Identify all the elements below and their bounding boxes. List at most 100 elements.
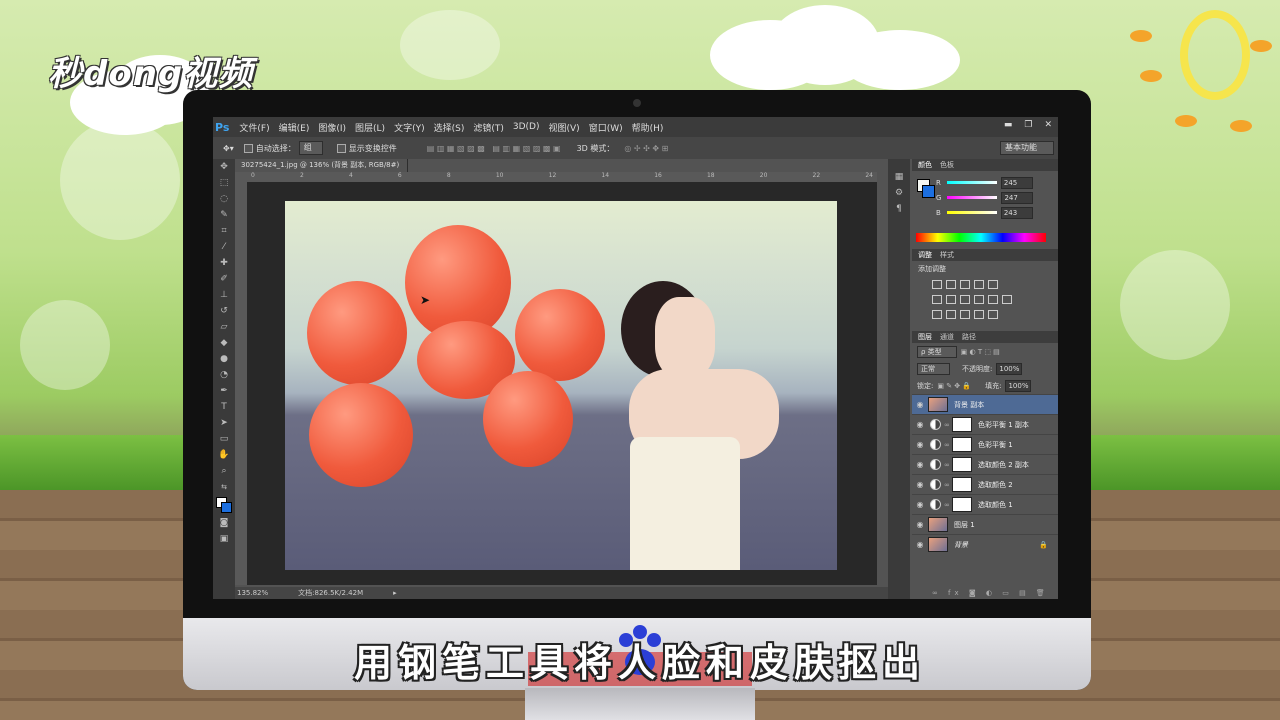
tab-paths[interactable]: 路径	[962, 332, 976, 342]
lock-icons[interactable]: ▣ ✎ ✥ 🔒	[937, 382, 971, 390]
layers-footer-icons[interactable]: ∞ fx ◙ ◐ ▭ ▤ 🗑	[932, 589, 1049, 597]
eye-icon[interactable]: ◉	[912, 500, 928, 509]
tab-layers[interactable]: 图层	[918, 332, 932, 342]
green-value[interactable]: 247	[1001, 191, 1034, 204]
history-brush-tool-icon[interactable]: ↺	[213, 303, 235, 319]
vibrance-icon[interactable]	[988, 280, 998, 289]
zoom-level[interactable]: 135.82%	[237, 589, 268, 597]
dodge-tool-icon[interactable]: ◔	[213, 367, 235, 383]
menu-view[interactable]: 视图(V)	[549, 121, 580, 134]
menu-file[interactable]: 文件(F)	[239, 121, 269, 134]
auto-select-checkbox[interactable]	[243, 143, 253, 153]
path-select-tool-icon[interactable]: ➤	[213, 415, 235, 431]
hand-tool-icon[interactable]: ✋	[213, 447, 235, 463]
selective-color-icon[interactable]	[988, 310, 998, 319]
fill-value[interactable]: 100%	[1005, 379, 1032, 392]
eye-icon[interactable]: ◉	[912, 400, 928, 409]
menu-layer[interactable]: 图层(L)	[355, 121, 385, 134]
blur-tool-icon[interactable]: ●	[213, 351, 235, 367]
align-icons[interactable]: ▤ ▥ ▦ ▧ ▨ ▩ ▤ ▥ ▦ ▧ ▨ ▩ ▣	[427, 144, 561, 153]
blend-mode-dropdown[interactable]: 正常	[917, 362, 950, 375]
eye-icon[interactable]: ◉	[912, 540, 928, 549]
curves-icon[interactable]	[960, 280, 970, 289]
tab-styles[interactable]: 样式	[940, 250, 954, 260]
layer-row[interactable]: ◉ ∞ 选取颜色 1	[912, 494, 1058, 514]
zoom-tool-icon[interactable]: ⌕	[213, 463, 235, 479]
crop-tool-icon[interactable]: ⌗	[213, 223, 235, 239]
color-swatches-icon[interactable]	[213, 495, 235, 515]
eye-icon[interactable]: ◉	[912, 480, 928, 489]
document-info[interactable]: 文档:826.5K/2.42M	[298, 588, 363, 598]
menu-help[interactable]: 帮助(H)	[632, 121, 664, 134]
exposure-icon[interactable]	[974, 280, 984, 289]
show-transform-checkbox[interactable]	[336, 143, 346, 153]
green-slider[interactable]	[947, 196, 998, 199]
move-tool-icon[interactable]: ✥	[213, 159, 235, 175]
brush-tool-icon[interactable]: ✐	[213, 271, 235, 287]
document-tab[interactable]: 30275424_1.jpg @ 136% (背景 副本, RGB/8#) * …	[235, 159, 408, 182]
menu-3d[interactable]: 3D(D)	[513, 122, 540, 132]
paint-bucket-tool-icon[interactable]: ◆	[213, 335, 235, 351]
layer-row[interactable]: ◉ 图层 1	[912, 514, 1058, 534]
hue-saturation-icon[interactable]	[932, 295, 942, 304]
layer-row[interactable]: ◉ ∞ 色彩平衡 1 副本	[912, 414, 1058, 434]
eye-icon[interactable]: ◉	[912, 440, 928, 449]
properties-panel-icon[interactable]: ⚙	[888, 185, 910, 201]
color-lookup-icon[interactable]	[1002, 295, 1012, 304]
swap-colors-icon[interactable]: ⇆	[213, 479, 235, 495]
levels-icon[interactable]	[946, 280, 956, 289]
history-panel-icon[interactable]: ▦	[888, 169, 910, 185]
paragraph-panel-icon[interactable]: ¶	[888, 201, 910, 217]
shape-tool-icon[interactable]: ▭	[213, 431, 235, 447]
tab-swatches[interactable]: 色板	[940, 160, 954, 170]
eraser-tool-icon[interactable]: ▱	[213, 319, 235, 335]
lasso-tool-icon[interactable]: ◌	[213, 191, 235, 207]
menu-type[interactable]: 文字(Y)	[394, 121, 425, 134]
filter-icons[interactable]: ▣ ◐ T ⬚ ▤	[961, 348, 1000, 356]
red-value[interactable]: 245	[1000, 176, 1033, 189]
invert-icon[interactable]	[932, 310, 942, 319]
minimize-icon[interactable]: ▬	[1004, 120, 1013, 130]
brightness-icon[interactable]	[932, 280, 942, 289]
opacity-value[interactable]: 100%	[996, 362, 1023, 375]
blue-value[interactable]: 243	[1000, 206, 1033, 219]
threshold-icon[interactable]	[960, 310, 970, 319]
tab-adjustments[interactable]: 调整	[918, 250, 932, 260]
layer-filter-dropdown[interactable]: ρ 类型	[917, 345, 957, 358]
type-tool-icon[interactable]: T	[213, 399, 235, 415]
menu-window[interactable]: 窗口(W)	[589, 121, 623, 134]
close-icon[interactable]: ✕	[1044, 120, 1052, 130]
quick-select-tool-icon[interactable]: ✎	[213, 207, 235, 223]
black-white-icon[interactable]	[960, 295, 970, 304]
menu-edit[interactable]: 编辑(E)	[279, 121, 310, 134]
channel-mixer-icon[interactable]	[988, 295, 998, 304]
workspace-dropdown[interactable]: 基本功能	[1000, 141, 1054, 155]
screen-mode-icon[interactable]: ▣	[213, 531, 235, 547]
eye-icon[interactable]: ◉	[912, 460, 928, 469]
status-arrow-icon[interactable]: ▸	[393, 589, 397, 597]
pen-tool-icon[interactable]: ✒	[213, 383, 235, 399]
healing-brush-tool-icon[interactable]: ✚	[213, 255, 235, 271]
menu-select[interactable]: 选择(S)	[434, 121, 465, 134]
tab-channels[interactable]: 通道	[940, 332, 954, 342]
3d-mode-icons[interactable]: ◎ ✢ ✣ ✥ ⊞	[624, 144, 668, 153]
background-color-swatch[interactable]	[922, 185, 935, 198]
layer-row[interactable]: ◉ ∞ 选取颜色 2	[912, 474, 1058, 494]
restore-icon[interactable]: ❐	[1024, 120, 1032, 130]
photo-filter-icon[interactable]	[974, 295, 984, 304]
color-spectrum[interactable]	[916, 233, 1046, 242]
tab-color[interactable]: 颜色	[918, 160, 932, 170]
layer-row[interactable]: ◉ 背景 副本	[912, 394, 1058, 414]
menu-filter[interactable]: 滤镜(T)	[473, 121, 504, 134]
eyedropper-tool-icon[interactable]: ⁄	[213, 239, 235, 255]
layer-row[interactable]: ◉ ∞ 色彩平衡 1	[912, 434, 1058, 454]
color-balance-icon[interactable]	[946, 295, 956, 304]
menu-image[interactable]: 图像(I)	[318, 121, 346, 134]
posterize-icon[interactable]	[946, 310, 956, 319]
eye-icon[interactable]: ◉	[912, 420, 928, 429]
layer-row[interactable]: ◉ 背景 🔒	[912, 534, 1058, 554]
red-slider[interactable]	[946, 181, 997, 184]
document-image[interactable]: ➤	[285, 201, 837, 570]
layer-row[interactable]: ◉ ∞ 选取颜色 2 副本	[912, 454, 1058, 474]
blue-slider[interactable]	[946, 211, 997, 214]
